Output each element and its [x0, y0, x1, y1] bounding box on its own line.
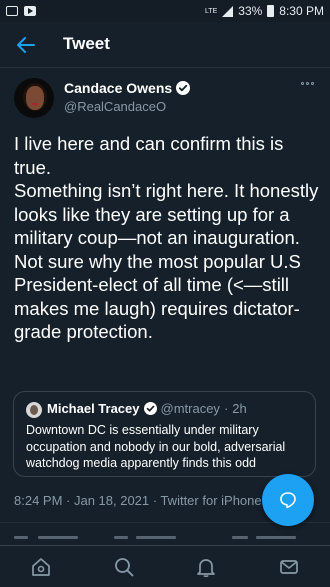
more-dot-icon [301, 82, 304, 85]
notifications-icon [197, 558, 216, 577]
nav-messages[interactable] [269, 547, 309, 587]
verified-badge-icon [143, 402, 157, 415]
battery-percent: 33% [238, 4, 263, 18]
more-dot-icon [311, 82, 314, 85]
search-icon [114, 557, 134, 576]
screen-icon [6, 6, 18, 16]
chat-bubble-icon [280, 492, 296, 509]
nav-notifications[interactable] [186, 547, 226, 587]
quoted-avatar [26, 402, 42, 418]
home-icon [32, 557, 51, 576]
back-button[interactable] [16, 35, 36, 55]
tweet-text: I live here and can confirm this is true… [14, 132, 322, 344]
battery-icon [267, 5, 275, 17]
compose-reply-button[interactable] [262, 474, 314, 526]
quoted-tweet[interactable]: Michael Tracey @mtracey · 2h Downtown DC… [13, 391, 316, 477]
more-dot-icon [306, 82, 309, 85]
stats-row-cutoff [14, 536, 316, 542]
verified-badge-icon [176, 81, 191, 95]
tweet-line: I live here and can confirm this is true… [14, 133, 284, 178]
tweet-line: Something isn’t right here. It honestly … [14, 180, 319, 248]
nav-home[interactable] [21, 547, 61, 587]
play-icon [24, 6, 36, 16]
quoted-text: Downtown DC is essentially under militar… [26, 423, 286, 470]
quoted-author-handle: @mtracey [160, 401, 220, 416]
quoted-author-name: Michael Tracey [47, 401, 140, 416]
page-title: Tweet [63, 34, 110, 53]
bottom-navigation [0, 545, 330, 587]
quoted-time: 2h [232, 401, 247, 416]
avatar[interactable] [14, 78, 54, 118]
quoted-separator: · [223, 401, 229, 416]
network-label: LTE [204, 7, 218, 15]
messages-icon [279, 559, 298, 574]
author-name: Candace Owens [64, 80, 173, 96]
author-handle: @RealCandaceO [64, 99, 167, 114]
clock: 8:30 PM [279, 4, 324, 18]
quoted-header: Michael Tracey @mtracey · 2h [47, 401, 247, 416]
tweet-timestamp: 8:24 PM · Jan 18, 2021 · Twitter for iPh… [14, 493, 262, 508]
more-options-button[interactable] [301, 82, 314, 85]
tweet-author: Candace Owens @RealCandaceO [0, 68, 330, 124]
nav-search[interactable] [104, 547, 144, 587]
tweet-line: Not sure why the most popular U.S Presid… [14, 250, 301, 343]
author-name-row[interactable]: Candace Owens [64, 80, 191, 96]
status-bar: LTE 33% 8:30 PM [0, 0, 330, 22]
top-app-bar: Tweet [0, 22, 330, 68]
arrow-left-icon [17, 37, 35, 53]
signal-icon [222, 5, 234, 17]
